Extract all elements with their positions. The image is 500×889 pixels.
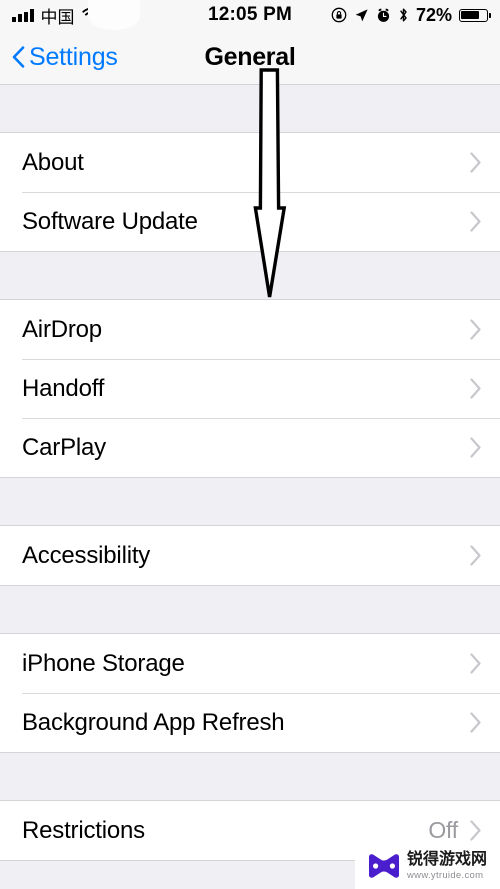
table-row-carplay[interactable]: CarPlay	[0, 418, 500, 477]
row-label: Background App Refresh	[22, 708, 285, 736]
row-accessory	[470, 211, 482, 232]
section-gap	[0, 252, 500, 299]
table-row-airdrop[interactable]: AirDrop	[0, 300, 500, 359]
watermark-brand: 锐得游戏网	[407, 850, 488, 868]
settings-section-1: About Software Update	[0, 132, 500, 252]
section-gap	[0, 753, 500, 800]
row-label: About	[22, 148, 84, 176]
row-label: iPhone Storage	[22, 649, 185, 677]
table-row-software-update[interactable]: Software Update	[0, 192, 500, 251]
row-label: AirDrop	[22, 315, 102, 343]
disclosure-chevron-icon	[470, 319, 482, 340]
iphone-settings-screen: 中国 12:05 PM 72% Settings General About S…	[0, 0, 500, 889]
row-label: Handoff	[22, 374, 105, 402]
row-label: Restrictions	[22, 816, 145, 844]
row-label: CarPlay	[22, 433, 106, 461]
section-gap	[0, 478, 500, 525]
disclosure-chevron-icon	[470, 545, 482, 566]
disclosure-chevron-icon	[470, 653, 482, 674]
table-row-about[interactable]: About	[0, 133, 500, 192]
row-accessory	[470, 437, 482, 458]
row-accessory	[470, 319, 482, 340]
table-row-iphone-storage[interactable]: iPhone Storage	[0, 634, 500, 693]
row-label: Software Update	[22, 207, 198, 235]
settings-section-3: Accessibility	[0, 525, 500, 586]
disclosure-chevron-icon	[470, 152, 482, 173]
row-accessory	[470, 712, 482, 733]
page-title: General	[204, 42, 296, 71]
disclosure-chevron-icon	[470, 211, 482, 232]
navigation-bar: Settings General	[0, 30, 500, 85]
battery-icon	[459, 8, 491, 22]
row-label: Accessibility	[22, 541, 151, 569]
location-arrow-icon	[354, 8, 369, 23]
watermark-text: 锐得游戏网 www.ytruide.com	[407, 850, 488, 881]
disclosure-chevron-icon	[470, 820, 482, 841]
disclosure-chevron-icon	[470, 712, 482, 733]
watermark-url: www.ytruide.com	[407, 869, 484, 881]
row-accessory	[470, 152, 482, 173]
carrier-mask-overlay	[88, 0, 140, 30]
settings-table: About Software Update AirDrop Handoff Ca…	[0, 85, 500, 861]
disclosure-chevron-icon	[470, 437, 482, 458]
battery-percent-label: 72%	[415, 4, 452, 25]
gamepad-icon	[367, 853, 401, 879]
alarm-clock-icon	[376, 8, 391, 23]
settings-section-4: iPhone Storage Background App Refresh	[0, 633, 500, 753]
row-accessory: Off	[428, 817, 482, 844]
settings-section-2: AirDrop Handoff CarPlay	[0, 299, 500, 478]
section-gap	[0, 586, 500, 633]
row-accessory	[470, 545, 482, 566]
watermark: 锐得游戏网 www.ytruide.com	[355, 843, 500, 889]
bluetooth-icon	[398, 7, 409, 23]
table-row-background-app-refresh[interactable]: Background App Refresh	[0, 693, 500, 752]
table-row-handoff[interactable]: Handoff	[0, 359, 500, 418]
row-value: Off	[428, 817, 458, 843]
row-accessory	[470, 378, 482, 399]
section-gap	[0, 85, 500, 132]
row-accessory	[470, 653, 482, 674]
disclosure-chevron-icon	[470, 378, 482, 399]
status-bar: 中国 12:05 PM 72%	[0, 0, 500, 30]
table-row-accessibility[interactable]: Accessibility	[0, 526, 500, 585]
status-bar-right: 72%	[331, 4, 491, 26]
rotation-lock-icon	[331, 7, 347, 23]
